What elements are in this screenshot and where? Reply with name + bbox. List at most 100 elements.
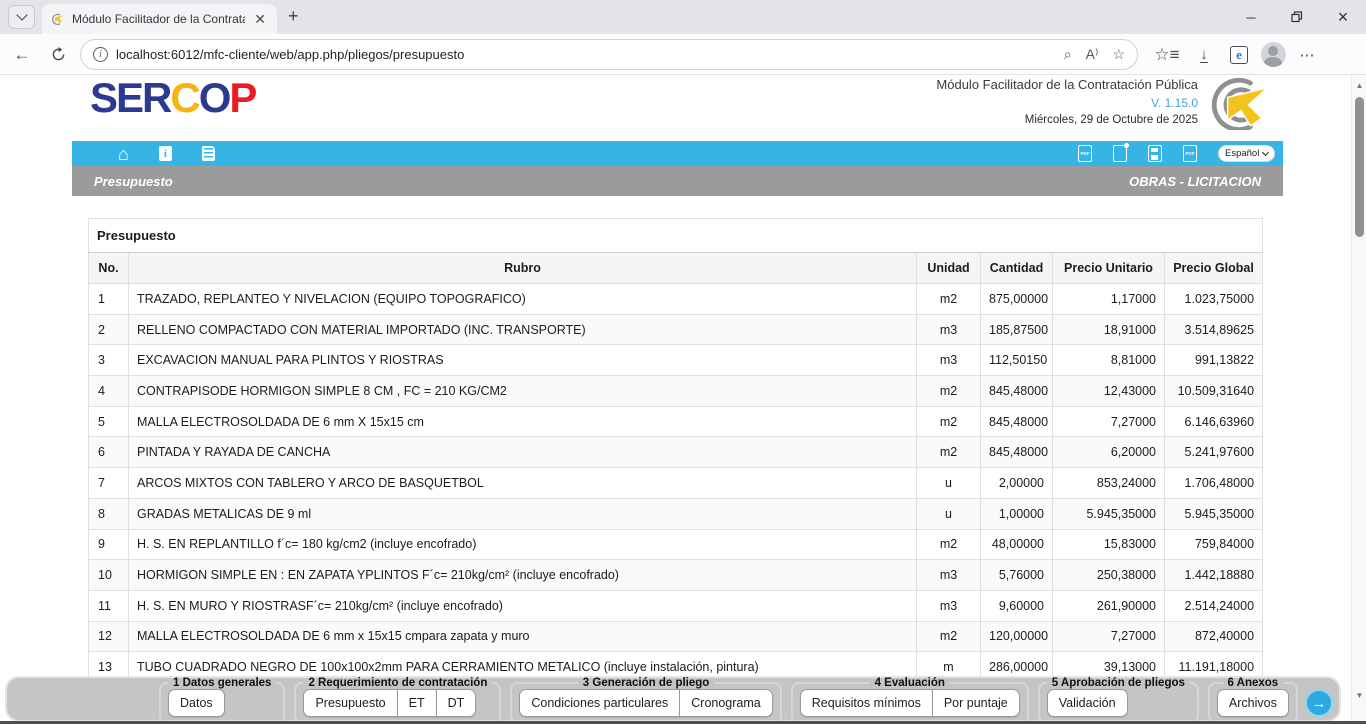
scrollbar-thumb[interactable] — [1355, 97, 1364, 237]
avatar — [1261, 42, 1286, 67]
cell-pg: 2.514,24000 — [1165, 590, 1263, 621]
favorites-list-icon[interactable]: ☆≡ — [1152, 34, 1182, 75]
copilot-button[interactable] — [1328, 34, 1360, 75]
read-aloud-icon[interactable]: A⁾ — [1086, 46, 1099, 63]
cell-cantidad: 185,87500 — [981, 314, 1053, 345]
cell-rubro: TRAZADO, REPLANTEO Y NIVELACION (EQUIPO … — [129, 284, 917, 315]
cell-rubro: RELLENO COMPACTADO CON MATERIAL IMPORTAD… — [129, 314, 917, 345]
nav-button-por-puntaje[interactable]: Por puntaje — [932, 689, 1020, 717]
cell-unidad: m2 — [917, 621, 981, 652]
scroll-up-icon[interactable]: ▲ — [1352, 81, 1366, 90]
table-row: 2RELLENO COMPACTADO CON MATERIAL IMPORTA… — [89, 314, 1263, 345]
nav-button-condiciones-particulares[interactable]: Condiciones particulares — [519, 689, 680, 717]
refresh-button[interactable] — [44, 34, 72, 75]
cell-pu: 5.945,35000 — [1053, 498, 1165, 529]
favorite-star-icon[interactable]: ☆ — [1112, 46, 1125, 63]
banner-left-title: Presupuesto — [94, 174, 173, 189]
bottom-nav-groups: 1 Datos generalesDatos2 Requerimiento de… — [159, 677, 1298, 724]
tab-search-button[interactable] — [8, 5, 35, 29]
chevron-down-icon — [1262, 149, 1269, 156]
favicon-mfc-icon — [50, 12, 66, 26]
scroll-down-icon[interactable]: ▼ — [1352, 691, 1366, 700]
cell-cantidad: 845,48000 — [981, 376, 1053, 407]
nav-group-legend: 2 Requerimiento de contratación — [303, 677, 492, 689]
nav-group-legend: 5 Aprobación de pliegos — [1047, 677, 1190, 689]
cell-no: 7 — [89, 468, 129, 499]
zoom-out-icon[interactable]: ⌕ — [1064, 46, 1072, 63]
cell-no: 3 — [89, 345, 129, 376]
nav-button-datos[interactable]: Datos — [168, 689, 225, 717]
current-date: Miércoles, 29 de Octubre de 2025 — [936, 114, 1198, 126]
cell-pg: 5.241,97600 — [1165, 437, 1263, 468]
info-icon[interactable]: i — [159, 146, 172, 161]
documents-icon[interactable] — [202, 146, 215, 161]
table-row: 9H. S. EN REPLANTILLO f´c= 180 kg/cm2 (i… — [89, 529, 1263, 560]
bottom-nav-bar: 1 Datos generalesDatos2 Requerimiento de… — [5, 676, 1341, 722]
cell-pu: 15,83000 — [1053, 529, 1165, 560]
settings-menu-button[interactable]: ⋯ — [1293, 34, 1321, 75]
cell-cantidad: 875,00000 — [981, 284, 1053, 315]
site-info-icon[interactable]: i — [93, 47, 108, 62]
pdf-label-2: PDF — [1186, 151, 1195, 156]
cell-pu: 12,43000 — [1053, 376, 1165, 407]
cell-rubro: H. S. EN REPLANTILLO f´c= 180 kg/cm2 (in… — [129, 529, 917, 560]
window-minimize-button[interactable]: ─ — [1228, 0, 1274, 34]
cell-rubro: MALLA ELECTROSOLDADA DE 6 mm x 15x15 cmp… — [129, 621, 917, 652]
table-row: 1TRAZADO, REPLANTEO Y NIVELACION (EQUIPO… — [89, 284, 1263, 315]
cell-pu: 8,81000 — [1053, 345, 1165, 376]
ie-mode-button[interactable]: e — [1224, 34, 1254, 75]
cell-rubro: MALLA ELECTROSOLDADA DE 6 mm X 15x15 cm — [129, 406, 917, 437]
downloads-button[interactable]: ↓ — [1190, 34, 1218, 75]
nav-button-requisitos-minimos[interactable]: Requisitos mínimos — [800, 689, 933, 717]
window-close-button[interactable]: × — [1320, 0, 1366, 34]
nav-button-archivos[interactable]: Archivos — [1217, 689, 1289, 717]
cell-unidad: m3 — [917, 560, 981, 591]
cell-pu: 250,38000 — [1053, 560, 1165, 591]
page-scrollbar[interactable]: ▲ ▼ — [1351, 75, 1366, 724]
cell-unidad: m3 — [917, 345, 981, 376]
cell-unidad: m2 — [917, 406, 981, 437]
save-icon[interactable] — [1148, 145, 1162, 162]
tab-close-icon[interactable]: ✕ — [251, 11, 269, 27]
profile-button[interactable] — [1257, 34, 1289, 75]
next-step-button[interactable]: → — [1305, 689, 1333, 717]
banner-right-title: OBRAS - LICITACION — [1129, 174, 1261, 189]
browser-tab[interactable]: Módulo Facilitador de la Contrata ✕ — [42, 4, 277, 34]
cell-pu: 261,90000 — [1053, 590, 1165, 621]
cell-no: 2 — [89, 314, 129, 345]
table-row: 3EXCAVACION MANUAL PARA PLINTOS Y RIOSTR… — [89, 345, 1263, 376]
language-select[interactable]: Español — [1218, 145, 1275, 162]
new-file-icon[interactable] — [1113, 145, 1127, 162]
address-bar[interactable]: i localhost:6012/mfc-cliente/web/app.php… — [80, 39, 1138, 70]
cell-unidad: m3 — [917, 590, 981, 621]
cell-cantidad: 1,00000 — [981, 498, 1053, 529]
cell-cantidad: 120,00000 — [981, 621, 1053, 652]
new-tab-button[interactable]: + — [288, 6, 299, 27]
nav-button-validacion[interactable]: Validación — [1047, 689, 1128, 717]
cell-no: 12 — [89, 621, 129, 652]
cell-pg: 3.514,89625 — [1165, 314, 1263, 345]
app-menu-bar: ⌂ i PDF PDF Español — [72, 141, 1283, 166]
col-header-unidad: Unidad — [917, 253, 981, 284]
arrow-right-icon: → — [1311, 695, 1326, 712]
nav-group-5-aprobacion-de-pliegos: 5 Aprobación de pliegosValidación — [1038, 677, 1199, 724]
pdf-file-icon-2[interactable]: PDF — [1183, 145, 1197, 162]
nav-button-dt[interactable]: DT — [436, 689, 477, 717]
url-text[interactable]: localhost:6012/mfc-cliente/web/app.php/p… — [116, 47, 1050, 62]
cell-unidad: m2 — [917, 529, 981, 560]
col-header-rubro: Rubro — [129, 253, 917, 284]
cell-no: 10 — [89, 560, 129, 591]
nav-group-6-anexos: 6 AnexosArchivos — [1208, 677, 1298, 724]
nav-button-presupuesto[interactable]: Presupuesto — [303, 689, 397, 717]
pdf-file-icon[interactable]: PDF — [1078, 145, 1092, 162]
home-icon[interactable]: ⌂ — [118, 145, 129, 163]
window-restore-button[interactable] — [1274, 0, 1320, 34]
sercop-logo-p: P — [229, 74, 255, 121]
browser-tab-strip: Módulo Facilitador de la Contrata ✕ + ─ … — [0, 0, 1366, 34]
nav-button-et[interactable]: ET — [397, 689, 437, 717]
mfc-cursor-logo — [1201, 76, 1277, 135]
nav-group-legend: 4 Evaluación — [870, 677, 950, 689]
nav-button-cronograma[interactable]: Cronograma — [679, 689, 772, 717]
back-button[interactable]: ← — [8, 34, 36, 75]
sercop-logo-text: SER — [90, 74, 170, 121]
